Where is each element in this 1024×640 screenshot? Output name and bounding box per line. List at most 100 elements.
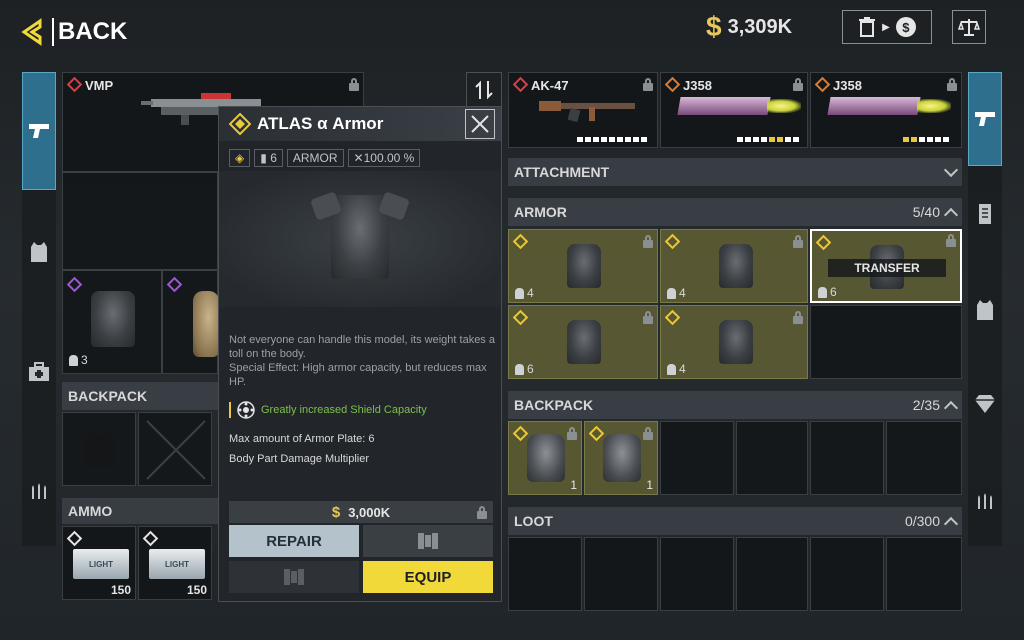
sidebar-tab-ammo[interactable] xyxy=(22,460,56,520)
loot-empty-slot[interactable] xyxy=(736,537,808,611)
armor-empty-slot[interactable] xyxy=(810,305,962,379)
armor-header[interactable]: ARMOR 5/40 xyxy=(508,198,962,226)
rarity-icon xyxy=(814,76,831,93)
backpack-equip-slot[interactable] xyxy=(162,270,219,374)
ammo-slot-1[interactable]: LIGHT 150 xyxy=(62,526,136,600)
armor-item[interactable]: 4 xyxy=(660,229,808,303)
transfer-label[interactable]: TRANSFER xyxy=(828,259,946,277)
pistol-icon xyxy=(29,124,49,138)
repair-button[interactable]: REPAIR xyxy=(229,525,359,557)
tag-plates: ▮ 6 xyxy=(254,149,283,167)
loot-count: 0/300 xyxy=(904,513,940,529)
weapon-card-ak47[interactable]: AK-47 xyxy=(508,72,658,148)
diamond-icon xyxy=(975,395,995,413)
close-button[interactable] xyxy=(465,109,495,139)
ammo-icon xyxy=(32,483,46,499)
vest-silhouette-icon xyxy=(85,431,115,467)
balance-scale-icon xyxy=(958,19,980,36)
sidebar-tab-armor[interactable] xyxy=(968,280,1002,340)
plate-disabled-button[interactable] xyxy=(229,561,359,593)
lock-icon xyxy=(643,311,653,324)
lock-icon xyxy=(946,234,956,247)
popup-header: ATLAS α Armor xyxy=(219,107,501,141)
weapon-slot-2[interactable] xyxy=(62,172,218,270)
balance-scale-button[interactable] xyxy=(952,10,986,44)
backpack-item[interactable]: 1 xyxy=(584,421,658,495)
sidebar-tab-valuables[interactable] xyxy=(968,374,1002,434)
loot-empty-slot[interactable] xyxy=(584,537,658,611)
sidebar-tab-weapons[interactable] xyxy=(968,72,1002,166)
loot-empty-slot[interactable] xyxy=(810,537,884,611)
loot-empty-slot[interactable] xyxy=(886,537,962,611)
vest-icon xyxy=(31,242,47,262)
sidebar-tab-weapons[interactable] xyxy=(22,72,56,190)
price-bar: $ 3,000K xyxy=(229,501,493,523)
backpack-empty-slot[interactable] xyxy=(736,421,808,495)
armor-item[interactable]: 6 xyxy=(508,305,658,379)
swap-arrows-icon xyxy=(475,80,493,100)
sell-all-button[interactable]: ▶ $ xyxy=(842,10,932,44)
armor-plate-count: 6 xyxy=(818,285,837,299)
ammo-slot-2[interactable]: LIGHT 150 xyxy=(138,526,212,600)
plate-action-button[interactable] xyxy=(363,525,493,557)
armor-item[interactable]: 4 xyxy=(660,305,808,379)
armor-image xyxy=(567,244,601,288)
weapon-name: J358 xyxy=(683,78,712,93)
backpack-empty-slot[interactable] xyxy=(886,421,962,495)
backpack-item[interactable]: 1 xyxy=(508,421,582,495)
back-button[interactable]: BACK xyxy=(18,14,127,50)
sidebar-tab-armor[interactable] xyxy=(22,222,56,282)
weapon-card-j358-1[interactable]: J358 xyxy=(660,72,808,148)
weapon-card-j358-2[interactable]: J358 xyxy=(810,72,962,148)
sidebar-tab-medkit[interactable] xyxy=(22,342,56,402)
backpack-image xyxy=(527,434,565,482)
item-description: Not everyone can handle this model, its … xyxy=(229,333,495,389)
backpack-empty-slot[interactable] xyxy=(138,412,212,486)
armor-slot[interactable]: 3 xyxy=(62,270,162,374)
currency-amount: 3,309K xyxy=(727,15,793,38)
stat-damage-multiplier: Body Part Damage Multiplier xyxy=(229,453,370,465)
loot-empty-slot[interactable] xyxy=(508,537,582,611)
attachment-header[interactable]: ATTACHMENT xyxy=(508,158,962,186)
durability-pips xyxy=(903,137,949,142)
rarity-icon xyxy=(166,276,183,293)
type-badge-icon: ◈ xyxy=(229,149,251,167)
armor-plate-count: 4 xyxy=(667,286,686,300)
sidebar-tab-attachments[interactable] xyxy=(968,184,1002,244)
plate-icon xyxy=(69,354,78,366)
left-backpack-header: BACKPACK xyxy=(62,382,218,410)
rarity-icon xyxy=(66,276,83,293)
backpack-vest-slot[interactable] xyxy=(62,412,136,486)
backpack-image xyxy=(603,434,641,482)
ammo-header: AMMO xyxy=(62,498,218,524)
backpack-header[interactable]: BACKPACK 2/35 xyxy=(508,391,962,419)
tag-durability: ✕100.00 % xyxy=(347,149,421,167)
lock-icon xyxy=(793,78,803,91)
ammo-box-image: LIGHT xyxy=(149,549,205,579)
sidebar-tab-ammo[interactable] xyxy=(968,470,1002,530)
chevron-up-icon xyxy=(943,516,959,531)
coin-icon: $ xyxy=(895,17,916,37)
popup-title: ATLAS α Armor xyxy=(257,114,384,133)
backpack-empty-slot[interactable] xyxy=(660,421,734,495)
loot-empty-slot[interactable] xyxy=(660,537,734,611)
dollar-icon: $ xyxy=(331,503,341,521)
loot-header[interactable]: LOOT 0/300 xyxy=(508,507,962,535)
swap-button[interactable] xyxy=(466,72,502,108)
backpack-empty-slot[interactable] xyxy=(810,421,884,495)
armor-item[interactable]: 4 xyxy=(508,229,658,303)
arrow-right-icon: ▶ xyxy=(882,21,890,33)
shield-cluster-icon xyxy=(237,401,255,419)
rarity-icon xyxy=(664,233,681,250)
armor-image xyxy=(567,320,601,364)
equip-button[interactable]: EQUIP xyxy=(363,561,493,593)
rarity-icon xyxy=(142,530,159,547)
lock-icon xyxy=(793,235,803,248)
durability-icon: ✕ xyxy=(353,151,364,165)
armor-item-selected[interactable]: TRANSFER 6 xyxy=(810,229,962,303)
lock-icon xyxy=(349,78,359,91)
rarity-icon xyxy=(512,309,529,326)
plate-icon: ▮ xyxy=(260,151,267,165)
plate-icon xyxy=(515,287,524,299)
lock-icon xyxy=(643,427,653,440)
